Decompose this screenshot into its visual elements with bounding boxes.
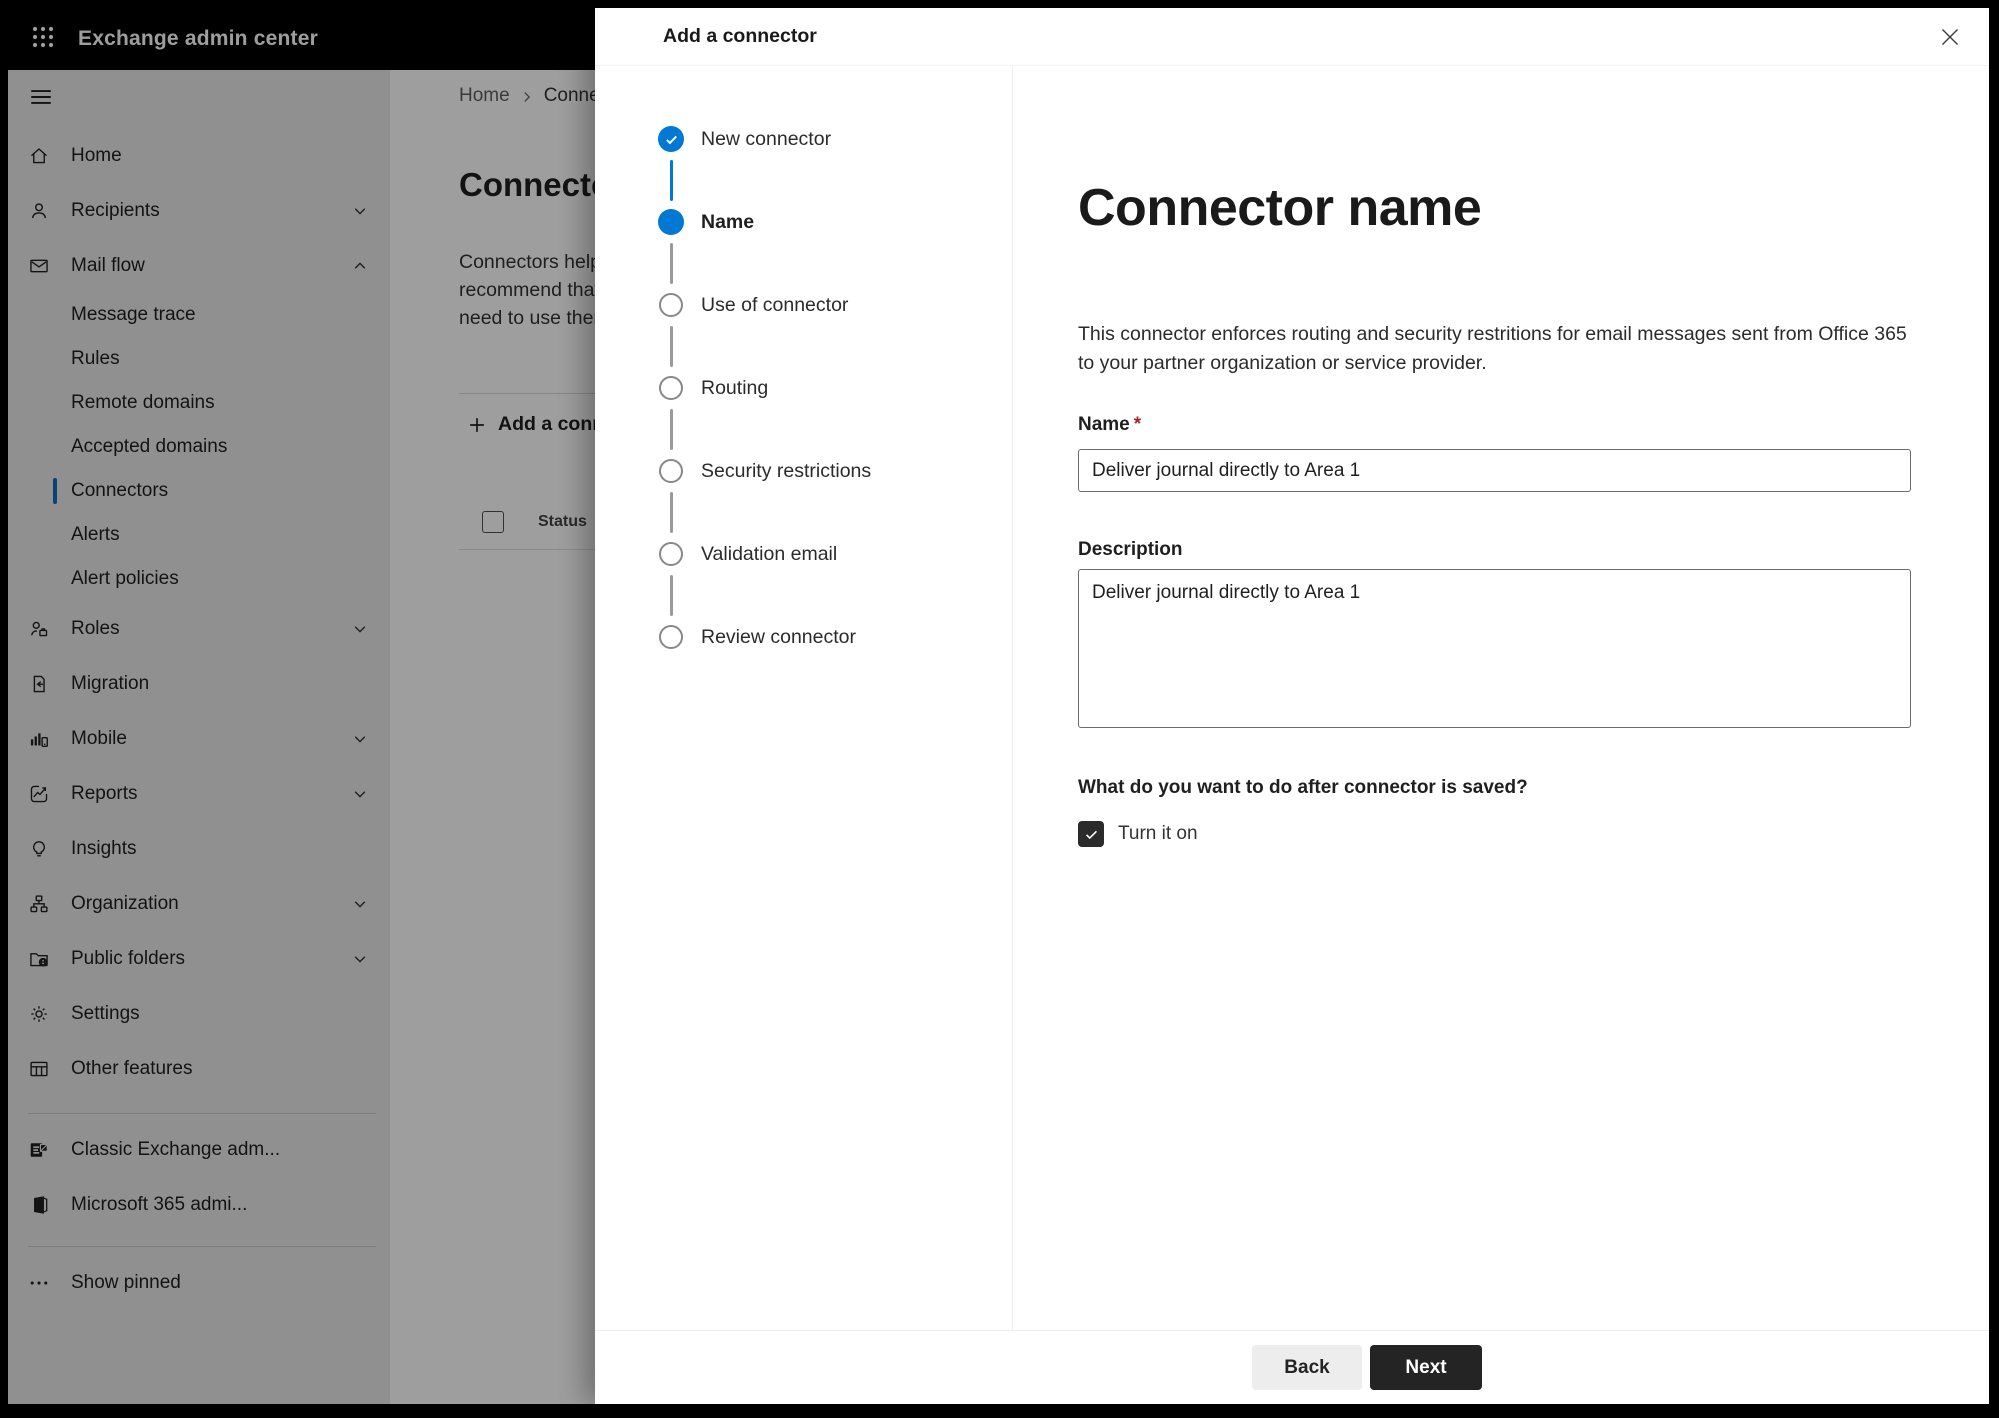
close-button[interactable] xyxy=(1935,22,1965,52)
name-input[interactable] xyxy=(1078,449,1911,492)
step-upcoming-icon xyxy=(659,542,683,566)
step-upcoming-icon xyxy=(659,459,683,483)
screen: Exchange admin center Home Recipients Mail… xyxy=(8,8,1989,1404)
add-connector-dialog: Add a connector New connector Name Use of … xyxy=(595,8,1989,1404)
step-description-line: This connector enforces routing and secu… xyxy=(1078,323,1907,345)
wizard-step-label: Use of connector xyxy=(701,293,849,316)
turn-on-checkbox[interactable] xyxy=(1078,821,1104,847)
step-connector-line xyxy=(670,243,673,284)
wizard-step-name[interactable]: Name xyxy=(658,209,754,235)
after-save-question: What do you want to do after connector i… xyxy=(1078,777,1528,798)
step-heading: Connector name xyxy=(1078,179,1482,237)
wizard-content: Connector name This connector enforces r… xyxy=(1013,66,1989,1330)
back-button[interactable]: Back xyxy=(1252,1345,1362,1390)
required-asterisk: * xyxy=(1133,414,1142,435)
close-icon xyxy=(1938,25,1962,49)
wizard-step-label: Review connector xyxy=(701,625,856,648)
wizard-step-use-of-connector[interactable]: Use of connector xyxy=(658,292,848,318)
wizard-step-security-restrictions[interactable]: Security restrictions xyxy=(658,458,871,484)
name-label-text: Name xyxy=(1078,414,1130,435)
wizard-step-label: Validation email xyxy=(701,542,838,565)
dialog-header: Add a connector xyxy=(595,8,1989,66)
step-connector-line xyxy=(670,409,673,450)
wizard-step-review-connector[interactable]: Review connector xyxy=(658,624,856,650)
step-upcoming-icon xyxy=(659,376,683,400)
step-connector-line xyxy=(670,326,673,367)
dialog-body: New connector Name Use of connector Routing… xyxy=(595,66,1989,1330)
wizard-step-new-connector[interactable]: New connector xyxy=(658,126,831,152)
step-upcoming-icon xyxy=(659,625,683,649)
step-description-line: to your partner organization or service … xyxy=(1078,352,1487,374)
dialog-footer: Back Next xyxy=(595,1330,1989,1404)
wizard-step-routing[interactable]: Routing xyxy=(658,375,768,401)
name-field-label: Name * xyxy=(1078,414,1911,436)
wizard-step-label: Routing xyxy=(701,376,769,399)
wizard-step-validation-email[interactable]: Validation email xyxy=(658,541,837,567)
wizard-step-label: Name xyxy=(701,210,755,233)
checkmark-icon xyxy=(1083,826,1100,843)
description-field-label: Description xyxy=(1078,539,1183,560)
step-current-icon xyxy=(658,209,684,235)
wizard-step-label: New connector xyxy=(701,127,832,150)
dialog-title: Add a connector xyxy=(663,25,817,47)
step-upcoming-icon xyxy=(659,293,683,317)
description-textarea[interactable]: Deliver journal directly to Area 1 xyxy=(1078,569,1911,728)
next-button[interactable]: Next xyxy=(1370,1345,1482,1390)
turn-on-row: Turn it on xyxy=(1078,821,1911,847)
turn-on-label: Turn it on xyxy=(1118,823,1198,844)
step-connector-line xyxy=(670,492,673,533)
step-description: This connector enforces routing and secu… xyxy=(1078,320,1911,378)
wizard-step-label: Security restrictions xyxy=(701,459,872,482)
wizard-steps: New connector Name Use of connector Routing… xyxy=(595,66,1013,1330)
step-connector-line xyxy=(670,160,673,201)
step-completed-icon xyxy=(658,126,684,152)
step-connector-line xyxy=(670,575,673,616)
